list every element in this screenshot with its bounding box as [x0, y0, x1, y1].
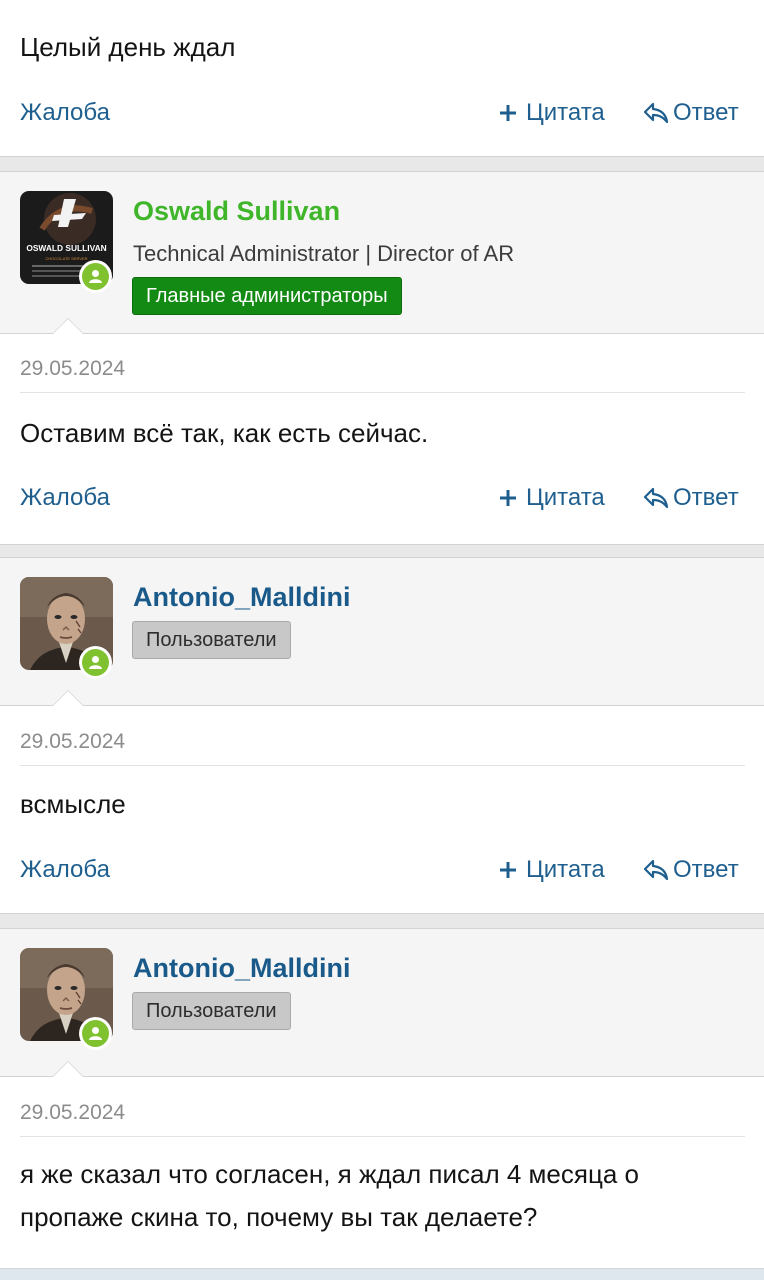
user-arrow — [52, 690, 84, 706]
plus-icon — [500, 862, 516, 878]
report-link[interactable]: Жалоба — [20, 856, 110, 884]
report-link[interactable]: Жалоба — [20, 484, 110, 512]
reply-button[interactable]: Ответ — [643, 99, 739, 127]
user-icon — [89, 1027, 102, 1040]
separator — [20, 392, 745, 393]
online-indicator — [79, 260, 112, 293]
post-tail: Целый день ждал Жалоба Цитата Ответ — [0, 0, 764, 157]
post-date[interactable]: 29.05.2024 — [20, 1101, 125, 1125]
reply-icon — [643, 102, 669, 124]
user-block: Antonio_Malldini Пользователи — [0, 557, 764, 706]
avatar-text: OSWALD SULLIVAN — [26, 243, 106, 253]
post-actions: Жалоба Цитата Ответ — [0, 484, 764, 514]
reply-button[interactable]: Ответ — [643, 856, 739, 884]
avatar-subtext: CHOCOLATE SERVER — [45, 256, 87, 261]
reply-icon — [643, 859, 669, 881]
user-block: OSWALD SULLIVAN CHOCOLATE SERVER Oswald … — [0, 171, 764, 334]
reply-label: Ответ — [673, 484, 739, 511]
username[interactable]: Oswald Sullivan — [133, 196, 340, 227]
user-block: Antonio_Malldini Пользователи — [0, 928, 764, 1077]
group-badge: Пользователи — [132, 621, 291, 659]
separator — [20, 1136, 745, 1137]
post-body: 29.05.2024 Оставим всё так, как есть сей… — [0, 318, 764, 545]
online-indicator — [79, 1017, 112, 1050]
quote-label: Цитата — [526, 484, 605, 511]
user-arrow — [52, 1061, 84, 1077]
reply-label: Ответ — [673, 99, 739, 126]
quote-button[interactable]: Цитата — [499, 99, 605, 127]
user-icon — [89, 656, 102, 669]
bottom-strip — [0, 1268, 764, 1280]
quote-button[interactable]: Цитата — [499, 484, 605, 512]
user-title: Technical Administrator | Director of AR — [133, 241, 515, 266]
post-body: 29.05.2024 всмысле Жалоба Цитата Ответ — [0, 690, 764, 914]
post-message: я же сказал что согласен, я ждал писал 4… — [20, 1159, 639, 1232]
online-indicator — [79, 646, 112, 679]
username[interactable]: Antonio_Malldini — [133, 582, 350, 613]
reply-button[interactable]: Ответ — [643, 484, 739, 512]
user-icon — [89, 270, 102, 283]
report-link[interactable]: Жалоба — [20, 99, 110, 127]
post-actions: Жалоба Цитата Ответ — [0, 99, 764, 129]
reply-label: Ответ — [673, 856, 739, 883]
quote-label: Цитата — [526, 99, 605, 126]
reply-icon — [643, 487, 669, 509]
group-badge: Пользователи — [132, 992, 291, 1030]
post-date[interactable]: 29.05.2024 — [20, 730, 125, 754]
post-message: Целый день ждал — [20, 32, 236, 62]
user-arrow — [52, 318, 84, 334]
post-date[interactable]: 29.05.2024 — [20, 357, 125, 381]
quote-button[interactable]: Цитата — [499, 856, 605, 884]
post-body: 29.05.2024 я же сказал что согласен, я ж… — [0, 1061, 764, 1270]
separator — [20, 765, 745, 766]
group-badge: Главные администраторы — [132, 277, 402, 315]
post-message: всмысле — [20, 789, 126, 819]
post-message: Оставим всё так, как есть сейчас. — [20, 418, 429, 448]
username[interactable]: Antonio_Malldini — [133, 953, 350, 984]
plus-icon — [500, 490, 516, 506]
post-actions: Жалоба Цитата Ответ — [0, 856, 764, 886]
plus-icon — [500, 105, 516, 121]
quote-label: Цитата — [526, 856, 605, 883]
